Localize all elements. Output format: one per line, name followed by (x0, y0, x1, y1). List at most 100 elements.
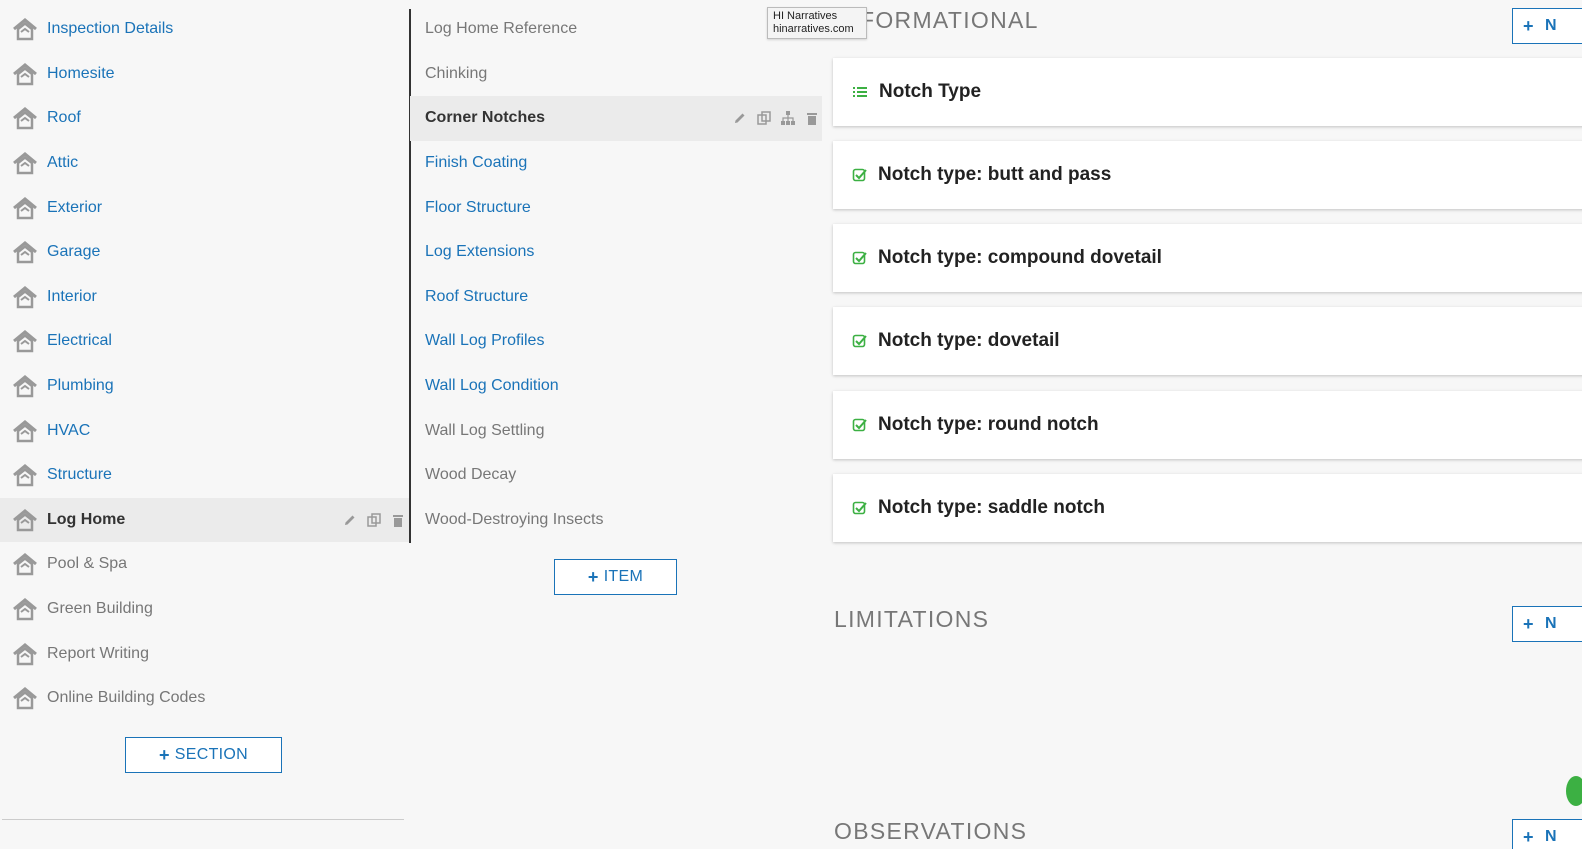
sitemap-icon[interactable] (780, 110, 796, 126)
section-label[interactable]: Attic (47, 154, 78, 172)
item-chinking[interactable]: Chinking (410, 52, 822, 97)
section-item-homesite[interactable]: Homesite (0, 52, 410, 97)
trash-icon[interactable] (390, 512, 406, 528)
section-label[interactable]: Report Writing (47, 645, 149, 663)
pencil-icon[interactable] (732, 110, 748, 126)
section-label[interactable]: Exterior (47, 199, 102, 217)
section-label[interactable]: Electrical (47, 332, 112, 350)
comment-card[interactable]: Notch type: saddle notch (833, 474, 1582, 542)
house-icon (13, 196, 37, 219)
section-label[interactable]: Plumbing (47, 377, 114, 395)
item-label[interactable]: Wall Log Profiles (425, 332, 544, 350)
item-corner-notches[interactable]: Corner Notches (410, 96, 822, 141)
add-informational-button[interactable]: + N (1512, 8, 1582, 44)
comment-card[interactable]: Notch type: compound dovetail (833, 224, 1582, 292)
section-item-garage[interactable]: Garage (0, 230, 410, 275)
help-widget[interactable] (1566, 776, 1582, 806)
comment-card[interactable]: Notch type: dovetail (833, 307, 1582, 375)
add-item-label: ITEM (603, 568, 644, 585)
section-item-online-building-codes[interactable]: Online Building Codes (0, 676, 410, 721)
item-label[interactable]: Wood Decay (425, 466, 516, 484)
item-finish-coating[interactable]: Finish Coating (410, 141, 822, 186)
section-item-electrical[interactable]: Electrical (0, 319, 410, 364)
plus-icon: + (1523, 15, 1534, 36)
checkbox-checked-icon (852, 168, 867, 182)
comment-card[interactable]: Notch type: butt and pass (833, 141, 1582, 209)
tooltip-line-1: HI Narratives (773, 10, 838, 22)
add-section-label: SECTION (174, 746, 249, 763)
house-icon (13, 241, 37, 264)
house-icon (13, 508, 37, 532)
section-item-structure[interactable]: Structure (0, 453, 410, 498)
section-item-hvac[interactable]: HVAC (0, 408, 410, 453)
copy-icon[interactable] (366, 512, 382, 528)
house-icon (13, 107, 37, 130)
section-item-inspection-details[interactable]: Inspection Details (0, 7, 410, 52)
section-item-plumbing[interactable]: Plumbing (0, 364, 410, 409)
item-floor-structure[interactable]: Floor Structure (410, 185, 822, 230)
section-label[interactable]: Structure (47, 466, 112, 484)
item-wall-log-profiles[interactable]: Wall Log Profiles (410, 319, 822, 364)
item-wall-log-settling[interactable]: Wall Log Settling (410, 408, 822, 453)
add-limitation-button[interactable]: + N (1512, 606, 1582, 642)
item-label[interactable]: Corner Notches (425, 109, 545, 127)
items-list: Log Home Reference Chinking Corner Notch… (410, 7, 822, 542)
add-section-button[interactable]: + SECTION (125, 737, 282, 773)
section-label[interactable]: Garage (47, 243, 100, 261)
section-label[interactable]: Log Home (47, 511, 125, 529)
section-item-roof[interactable]: Roof (0, 96, 410, 141)
observations-heading: OBSERVATIONS (834, 818, 1028, 844)
section-label[interactable]: Online Building Codes (47, 689, 205, 707)
bottom-divider (2, 819, 404, 820)
item-wood-decay[interactable]: Wood Decay (410, 453, 822, 498)
comment-title: Notch type: dovetail (878, 330, 1060, 351)
comment-card[interactable]: Notch type: round notch (833, 391, 1582, 459)
trash-icon[interactable] (804, 110, 820, 126)
section-item-attic[interactable]: Attic (0, 141, 410, 186)
add-item-button[interactable]: + ITEM (554, 559, 677, 595)
comment-title: Notch type: butt and pass (878, 164, 1112, 185)
checkbox-checked-icon (852, 418, 867, 432)
section-item-green-building[interactable]: Green Building (0, 587, 410, 632)
item-actions (732, 110, 820, 126)
item-log-home-reference[interactable]: Log Home Reference (410, 7, 822, 52)
item-label[interactable]: Wood-Destroying Insects (425, 511, 603, 529)
comment-title: Notch type: saddle notch (878, 497, 1105, 518)
house-icon (13, 687, 37, 710)
section-label[interactable]: Green Building (47, 600, 153, 618)
plus-icon: + (158, 745, 170, 765)
item-wood-destroying-insects[interactable]: Wood-Destroying Insects (410, 498, 822, 543)
house-icon (13, 642, 37, 665)
item-label[interactable]: Log Extensions (425, 243, 534, 261)
pencil-icon[interactable] (342, 512, 358, 528)
section-item-report-writing[interactable]: Report Writing (0, 631, 410, 676)
section-label[interactable]: Roof (47, 109, 81, 127)
item-wall-log-condition[interactable]: Wall Log Condition (410, 364, 822, 409)
copy-icon[interactable] (756, 110, 772, 126)
section-label[interactable]: Pool & Spa (47, 555, 127, 573)
item-label[interactable]: Wall Log Condition (425, 377, 559, 395)
house-icon (13, 18, 37, 41)
add-observation-button[interactable]: + N (1512, 819, 1582, 849)
section-item-interior[interactable]: Interior (0, 275, 410, 320)
item-label[interactable]: Chinking (425, 65, 487, 83)
section-label[interactable]: Interior (47, 288, 97, 306)
item-roof-structure[interactable]: Roof Structure (410, 275, 822, 320)
add-limitation-label: N (1545, 615, 1557, 632)
comment-card-notch-type[interactable]: Notch Type (833, 58, 1582, 126)
section-item-pool-spa[interactable]: Pool & Spa (0, 542, 410, 587)
section-item-log-home[interactable]: Log Home (0, 497, 410, 543)
limitations-heading: LIMITATIONS (834, 606, 990, 632)
section-item-exterior[interactable]: Exterior (0, 185, 410, 230)
item-log-extensions[interactable]: Log Extensions (410, 230, 822, 275)
section-label[interactable]: Inspection Details (47, 20, 173, 38)
add-informational-label: N (1545, 17, 1557, 34)
item-label[interactable]: Floor Structure (425, 199, 531, 217)
section-label[interactable]: HVAC (47, 422, 90, 440)
item-label[interactable]: Finish Coating (425, 154, 527, 172)
section-label[interactable]: Homesite (47, 65, 115, 83)
item-label[interactable]: Log Home Reference (425, 20, 577, 38)
item-label[interactable]: Wall Log Settling (425, 422, 544, 440)
tooltip-line-2: hinarratives.com (773, 23, 854, 35)
item-label[interactable]: Roof Structure (425, 288, 528, 306)
